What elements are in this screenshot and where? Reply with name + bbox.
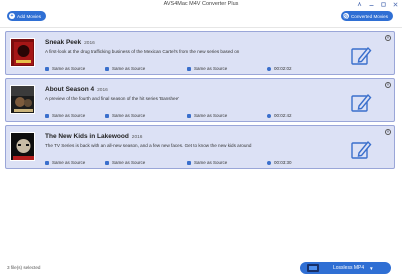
clock-icon (267, 66, 271, 71)
movie-list: Sneak Peek 2016 A first-look at the drug … (5, 31, 395, 172)
movie-title-line: The New Kids in Lakewood 2016 (45, 133, 142, 140)
duration: 00:02:42 (267, 113, 292, 118)
edit-icon[interactable] (351, 45, 372, 66)
duration-value: 00:02:42 (274, 113, 292, 118)
audio-icon (105, 113, 109, 118)
movie-year: 2016 (131, 135, 143, 140)
subtitle-setting[interactable]: Same as Source (187, 160, 227, 165)
movie-thumbnail (10, 38, 35, 67)
audio-setting-value: Same as Source (112, 66, 146, 71)
video-setting-value: Same as Source (52, 113, 86, 118)
audio-icon (105, 160, 109, 165)
video-icon (45, 66, 49, 71)
add-movies-label: Add Movies (17, 13, 42, 19)
audio-setting-value: Same as Source (112, 160, 146, 165)
subtitle-setting-value: Same as Source (194, 160, 228, 165)
movie-description: A preview of the fourth and final season… (45, 96, 180, 101)
subtitle-setting-value: Same as Source (194, 113, 228, 118)
minimize-icon[interactable] (368, 2, 374, 8)
subtitle-setting[interactable]: Same as Source (187, 113, 227, 118)
converted-movies-button[interactable]: Converted Movies (340, 11, 393, 21)
edit-icon[interactable] (351, 139, 372, 160)
toolbar-divider (0, 27, 402, 28)
movie-description: The TV Series is back with an all-new se… (45, 143, 252, 148)
title-bar: AVS4Mac M4V Converter Plus (0, 0, 402, 9)
movie-thumbnail (10, 85, 35, 114)
pin-icon[interactable] (356, 2, 362, 8)
subtitle-setting[interactable]: Same as Source (187, 66, 227, 71)
output-format-label: Lossless MP4 (333, 265, 365, 271)
duration: 00:03:30 (267, 160, 292, 165)
window-title: AVS4Mac M4V Converter Plus (163, 1, 239, 7)
subtitle-icon (187, 66, 191, 71)
movie-settings: Same as Source Same as Source Same as So… (45, 160, 305, 166)
video-setting-value: Same as Source (52, 66, 86, 71)
output-format-selector[interactable]: Lossless MP4 ▼ (300, 262, 391, 274)
plus-icon: + (9, 12, 15, 19)
chevron-down-icon: ▼ (369, 265, 374, 271)
clock-icon (342, 13, 349, 19)
maximize-icon[interactable] (380, 2, 386, 8)
video-icon (45, 160, 49, 165)
video-setting-value: Same as Source (52, 160, 86, 165)
audio-setting[interactable]: Same as Source (105, 113, 145, 118)
clock-icon (267, 160, 271, 165)
close-icon[interactable] (392, 2, 398, 8)
edit-icon[interactable] (351, 92, 372, 113)
duration: 00:02:02 (267, 66, 292, 71)
movie-settings: Same as Source Same as Source Same as So… (45, 66, 305, 72)
selection-status: 3 file(s) selected (7, 265, 41, 270)
video-setting[interactable]: Same as Source (45, 113, 85, 118)
add-movies-button[interactable]: + Add Movies (7, 11, 47, 21)
movie-title: About Season 4 (45, 86, 95, 93)
movie-item[interactable]: Sneak Peek 2016 A first-look at the drug … (5, 31, 395, 75)
movie-year: 2016 (97, 88, 108, 93)
movie-title: The New Kids in Lakewood (45, 133, 129, 140)
movie-title: Sneak Peek (45, 39, 82, 46)
video-icon (45, 113, 49, 118)
subtitle-icon (187, 113, 191, 118)
video-setting[interactable]: Same as Source (45, 66, 85, 71)
movie-settings: Same as Source Same as Source Same as So… (45, 113, 305, 119)
movie-title-line: About Season 4 2016 (45, 86, 108, 93)
subtitle-icon (187, 160, 191, 165)
audio-setting[interactable]: Same as Source (105, 160, 145, 165)
movie-description: A first-look at the drug trafficking bus… (45, 49, 240, 54)
audio-setting-value: Same as Source (112, 113, 146, 118)
duration-value: 00:02:02 (274, 66, 292, 71)
window-controls (356, 0, 398, 9)
converted-movies-label: Converted Movies (350, 13, 388, 19)
audio-icon (105, 66, 109, 71)
toolbar: + Add Movies Converted Movies (0, 9, 402, 25)
movie-item[interactable]: The New Kids in Lakewood 2016 The TV Seri… (5, 125, 395, 169)
remove-item-icon[interactable]: × (385, 129, 391, 135)
movie-year: 2016 (84, 41, 95, 46)
duration-value: 00:03:30 (274, 160, 292, 165)
remove-item-icon[interactable]: × (385, 35, 391, 41)
film-icon (307, 264, 319, 272)
clock-icon (267, 113, 271, 118)
subtitle-setting-value: Same as Source (194, 66, 228, 71)
remove-item-icon[interactable]: × (385, 82, 391, 88)
movie-title-line: Sneak Peek 2016 (45, 39, 95, 46)
video-setting[interactable]: Same as Source (45, 160, 85, 165)
movie-thumbnail (10, 132, 35, 161)
movie-item[interactable]: About Season 4 2016 A preview of the four… (5, 78, 395, 122)
audio-setting[interactable]: Same as Source (105, 66, 145, 71)
